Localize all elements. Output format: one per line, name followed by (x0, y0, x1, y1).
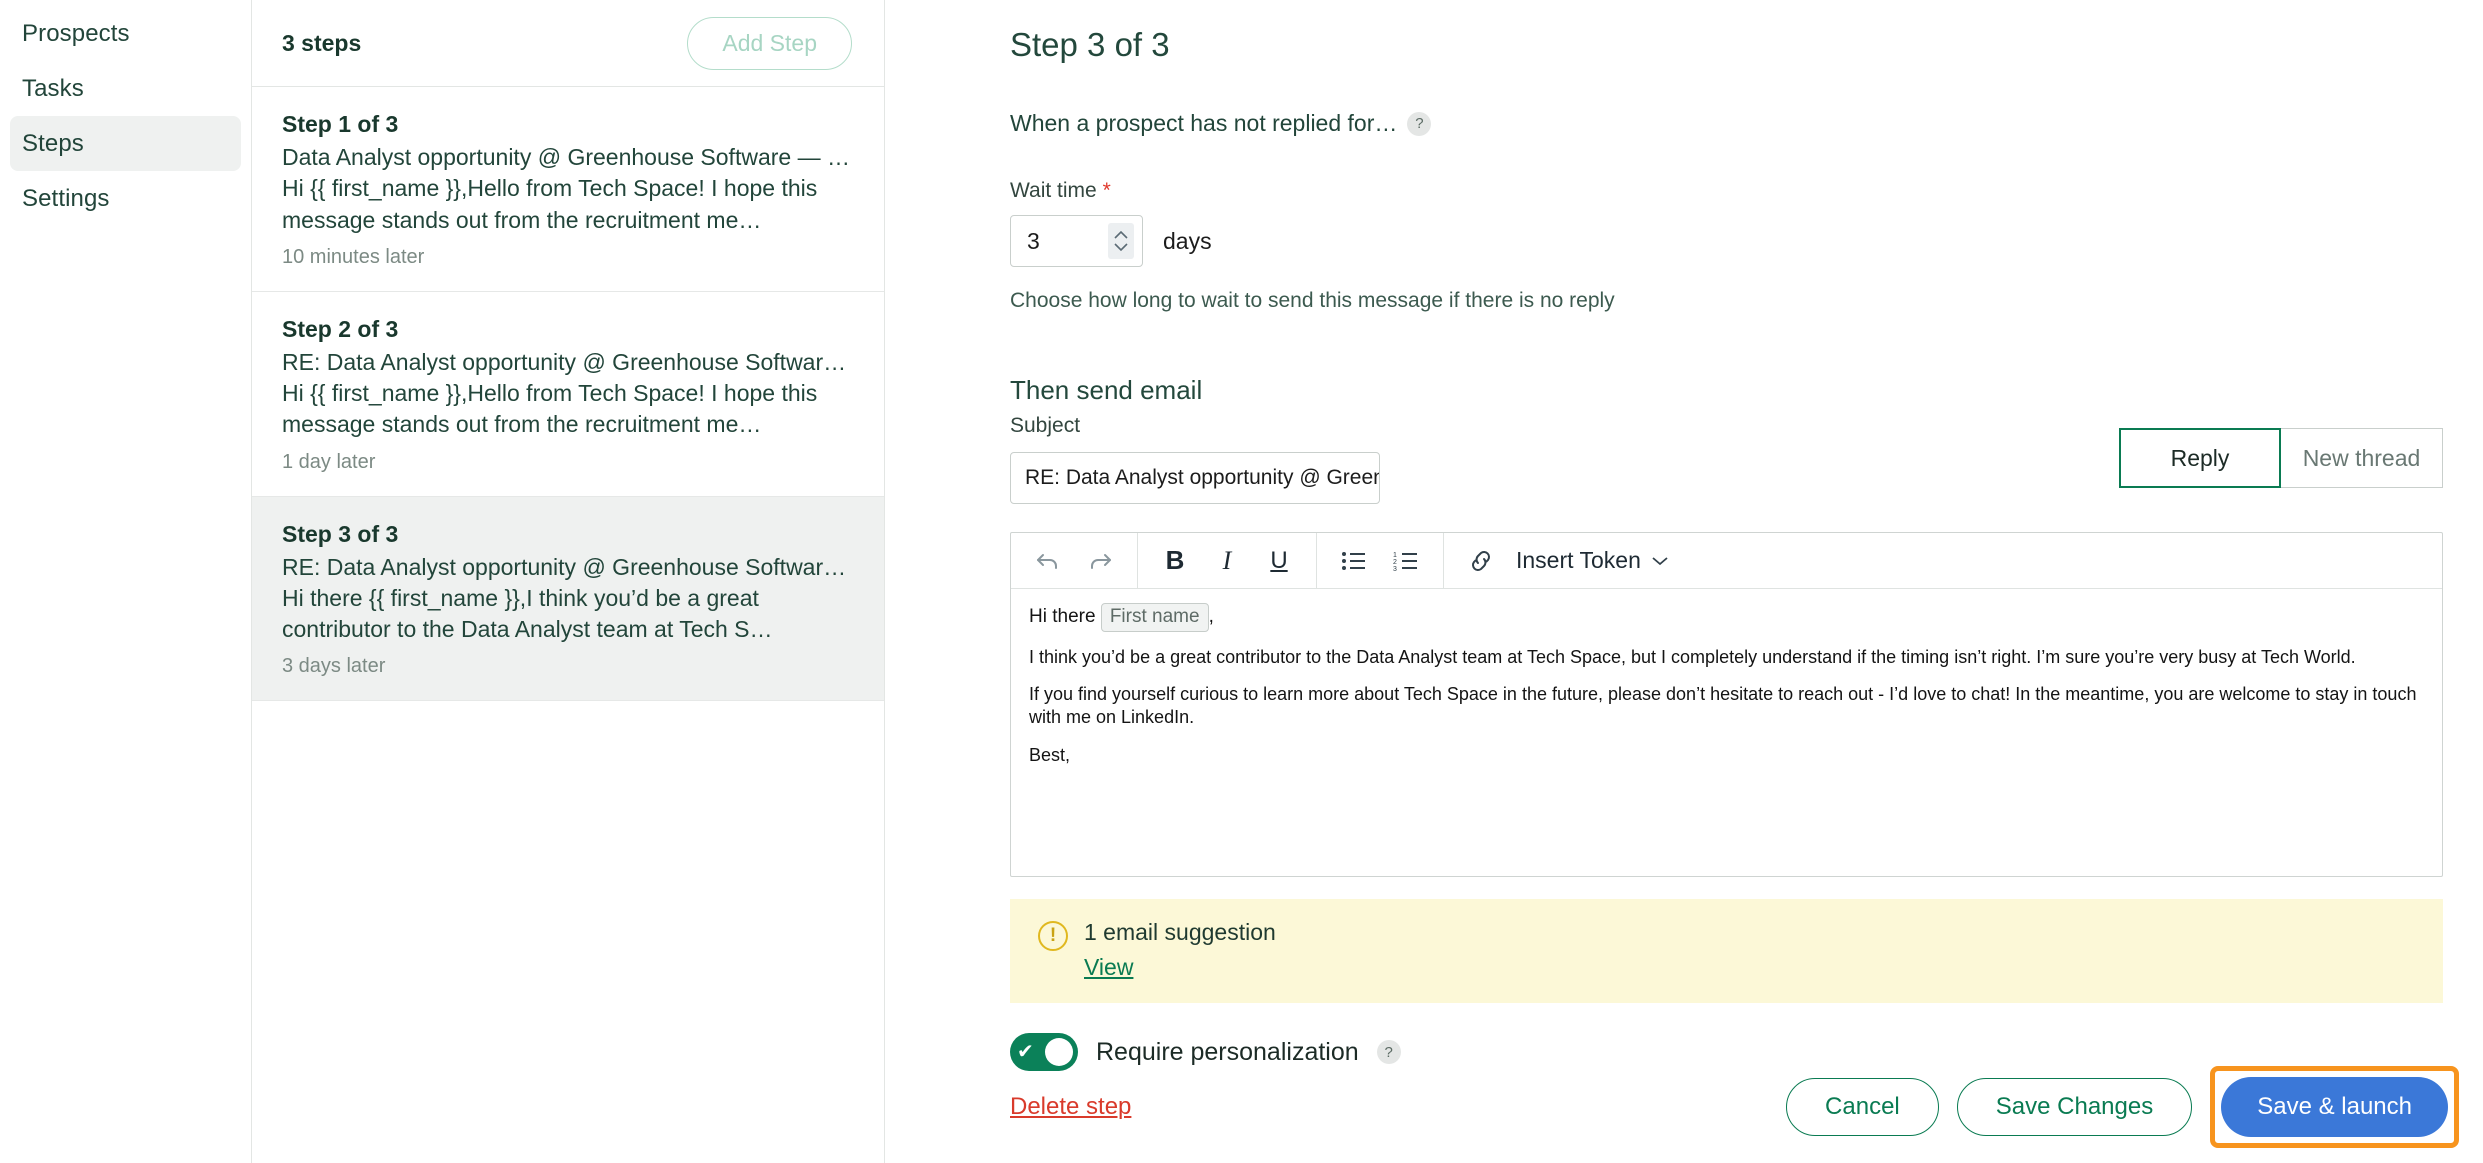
wait-time-label: Wait time * (1010, 179, 2443, 203)
view-suggestion-link[interactable]: View (1084, 954, 1133, 981)
email-body-editor: B I U 1 2 3 Insert Token Hi there First … (1010, 532, 2443, 877)
greeting-prefix: Hi there (1029, 606, 1101, 627)
tab-new-thread[interactable]: New thread (2281, 428, 2443, 488)
step-timing: 1 day later (282, 450, 376, 473)
redo-icon[interactable] (1079, 540, 1121, 582)
step-preview-line-2: message stands out from the recruitment … (282, 206, 762, 233)
app-root: Prospects Tasks Steps Settings 3 steps A… (0, 0, 2483, 1163)
editor-toolbar: B I U 1 2 3 Insert Token (1011, 533, 2442, 589)
toolbar-group-lists: 1 2 3 (1317, 533, 1444, 588)
bold-icon[interactable]: B (1154, 540, 1196, 582)
step-title: Step 1 of 3 (282, 111, 399, 137)
suggestion-text: 1 email suggestion (1084, 919, 1276, 945)
quantity-stepper[interactable] (1108, 223, 1134, 259)
chevron-down-icon (1114, 243, 1128, 251)
add-step-button[interactable]: Add Step (687, 16, 852, 70)
tab-reply[interactable]: Reply (2119, 428, 2281, 488)
editor-footer: Delete step Cancel Save Changes Save & l… (885, 1051, 2483, 1163)
svg-text:2: 2 (1393, 559, 1397, 566)
insert-token-dropdown[interactable]: Insert Token (1512, 547, 1669, 574)
wait-time-row: 3 days (1010, 215, 2443, 267)
wait-time-helper-text: Choose how long to wait to send this mes… (1010, 289, 1615, 312)
chevron-up-icon (1114, 231, 1128, 239)
save-changes-button[interactable]: Save Changes (1956, 1078, 2193, 1136)
toolbar-group-insert: Insert Token (1444, 533, 1685, 588)
link-icon[interactable] (1460, 540, 1502, 582)
step-timing: 10 minutes later (282, 245, 425, 268)
steps-list-panel: 3 steps Add Step Step 1 of 3 Data Analys… (252, 0, 885, 1163)
step-timing: 3 days later (282, 655, 386, 678)
wait-time-value: 3 (1027, 227, 1040, 254)
step-preview-line-2: message stands out from the recruitment … (282, 411, 762, 438)
email-greeting-line: Hi there First name, (1029, 603, 2424, 632)
sidebar-item-steps[interactable]: Steps (10, 116, 241, 171)
step-subject: RE: Data Analyst opportunity @ Greenhous… (282, 348, 852, 375)
numbered-list-icon[interactable]: 1 2 3 (1385, 540, 1427, 582)
email-paragraph-2: If you find yourself curious to learn mo… (1029, 684, 2417, 728)
step-title: Step 3 of 3 (282, 520, 399, 547)
wait-time-unit: days (1163, 227, 1212, 254)
save-launch-highlight: Save & launch (2210, 1066, 2459, 1148)
wait-time-text: Wait time (1010, 179, 1097, 202)
required-asterisk: * (1102, 179, 1111, 202)
help-icon[interactable]: ? (1407, 111, 1432, 136)
sidebar-item-label: Settings (22, 184, 110, 212)
step-preview-line-1: Hi {{ first_name }},Hello from Tech Spac… (282, 380, 818, 407)
first-name-token-chip[interactable]: First name (1100, 603, 1209, 632)
email-body-content[interactable]: Hi there First name, I think you’d be a … (1011, 589, 2442, 795)
step-editor-panel: Step 3 of 3 When a prospect has not repl… (885, 0, 2483, 1163)
insert-token-label: Insert Token (1516, 547, 1641, 573)
sidebar-item-label: Tasks (22, 74, 84, 102)
sidebar-item-label: Steps (22, 129, 84, 157)
thread-mode-toggle: Reply New thread (2119, 428, 2443, 488)
step-list-item-1[interactable]: Step 1 of 3 Data Analyst opportunity @ G… (252, 87, 884, 292)
step-preview-line-1: Hi there {{ first_name }},I think you’d … (282, 584, 759, 611)
step-list-item-3[interactable]: Step 3 of 3 RE: Data Analyst opportunity… (252, 496, 884, 702)
bullet-list-icon[interactable] (1333, 540, 1375, 582)
step-preview-line-1: Hi {{ first_name }},Hello from Tech Spac… (282, 175, 818, 202)
step-title: Step 2 of 3 (282, 315, 399, 342)
email-suggestion-banner: ! 1 email suggestion View (1010, 899, 2443, 1003)
chevron-down-icon (1652, 556, 1668, 565)
step-subject: Data Analyst opportunity @ Greenhouse So… (282, 144, 852, 170)
then-send-email-heading: Then send email (1010, 375, 1203, 405)
subject-row: RE: Data Analyst opportunity @ Greenh Re… (1010, 428, 2443, 504)
svg-text:3: 3 (1393, 566, 1397, 572)
condition-label: When a prospect has not replied for… (1010, 110, 1398, 136)
undo-icon[interactable] (1027, 540, 1069, 582)
italic-icon[interactable]: I (1206, 540, 1248, 582)
svg-text:1: 1 (1393, 552, 1397, 559)
toolbar-group-format: B I U (1138, 533, 1317, 588)
delete-step-link[interactable]: Delete step (1010, 1093, 1131, 1121)
step-subject: RE: Data Analyst opportunity @ Greenhous… (282, 553, 852, 580)
sidebar-item-label: Prospects (22, 19, 130, 47)
sidebar-item-prospects[interactable]: Prospects (10, 6, 241, 61)
save-and-launch-button[interactable]: Save & launch (2221, 1077, 2448, 1137)
underline-icon[interactable]: U (1258, 540, 1300, 582)
email-paragraph-1: I think you’d be a great contributor to … (1029, 646, 2356, 667)
sidebar-item-tasks[interactable]: Tasks (10, 61, 241, 116)
email-paragraph-3: Best, (1029, 744, 1071, 765)
step-list-item-2[interactable]: Step 2 of 3 RE: Data Analyst opportunity… (252, 292, 884, 497)
footer-actions: Cancel Save Changes Save & launch (1786, 1066, 2459, 1148)
cancel-button[interactable]: Cancel (1786, 1078, 1939, 1136)
condition-row: When a prospect has not replied for… ? (1010, 110, 2443, 137)
steps-list-header: 3 steps Add Step (252, 0, 884, 87)
step-preview-line-2: contributor to the Data Analyst team at … (282, 616, 773, 643)
greeting-suffix: , (1208, 606, 1214, 627)
toolbar-group-history (1011, 533, 1138, 588)
steps-count-label: 3 steps (282, 29, 362, 56)
subject-input[interactable]: RE: Data Analyst opportunity @ Greenh (1010, 452, 1380, 504)
page-title: Step 3 of 3 (1010, 26, 1170, 63)
sidebar: Prospects Tasks Steps Settings (0, 0, 252, 1163)
wait-time-input[interactable]: 3 (1010, 215, 1143, 267)
sidebar-item-settings[interactable]: Settings (10, 171, 241, 226)
warning-icon: ! (1038, 921, 1068, 951)
